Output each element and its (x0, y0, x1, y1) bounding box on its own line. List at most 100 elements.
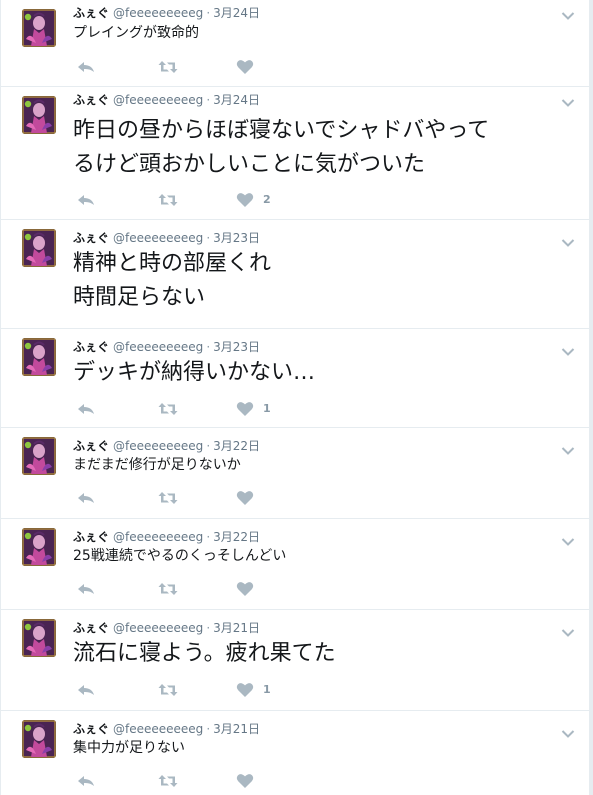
separator: · (206, 621, 211, 635)
reply-icon[interactable] (76, 682, 96, 698)
avatar[interactable] (22, 437, 56, 475)
tweet-timestamp[interactable]: 3月21日 (213, 621, 260, 635)
avatar[interactable] (22, 720, 56, 758)
heart-icon[interactable] (236, 490, 254, 506)
avatar[interactable] (22, 528, 56, 566)
chevron-down-icon[interactable] (561, 93, 575, 103)
tweet[interactable]: ふぇぐ @feeeeeeeeeg · 3月21日 流石に寝よう。疲れ果てた 1 (1, 610, 589, 711)
user-fullname[interactable]: ふぇぐ (73, 231, 109, 245)
retweet-icon[interactable] (157, 682, 179, 698)
tweet-timestamp[interactable]: 3月24日 (213, 6, 260, 20)
tweet-timestamp[interactable]: 3月23日 (213, 340, 260, 354)
tweet-text-line: るけど頭おかしいことに気がついた (73, 152, 426, 177)
reply-icon[interactable] (76, 581, 96, 597)
avatar[interactable] (22, 338, 56, 376)
tweet-text: 25戦連続でやるのくっそしんどい (73, 548, 287, 564)
retweet-icon[interactable] (157, 773, 179, 789)
tweet-text-line: 時間足らない (73, 285, 206, 310)
tweet[interactable]: ふぇぐ @feeeeeeeeeg · 3月24日 昨日の昼からほぼ寝ないでシャドバやっ… (1, 87, 589, 220)
heart-icon[interactable] (236, 401, 254, 417)
tweet-header: ふぇぐ @feeeeeeeeeg · 3月23日 (73, 230, 260, 246)
tweet-text-line: 昨日の昼からほぼ寝ないでシャドバやって (73, 118, 490, 143)
tweet-text: プレイングが致命的 (73, 25, 199, 41)
reply-icon[interactable] (76, 773, 96, 789)
user-fullname[interactable]: ふぇぐ (73, 340, 109, 354)
user-handle[interactable]: @feeeeeeeeeg (113, 722, 203, 736)
tweet-text-line: 精神と時の部屋くれ (73, 251, 272, 276)
tweet[interactable]: ふぇぐ @feeeeeeeeeg · 3月22日 25戦連続でやるのくっそしんどい (1, 519, 589, 610)
separator: · (206, 93, 211, 107)
tweet-timestamp[interactable]: 3月24日 (213, 93, 260, 107)
avatar[interactable] (22, 9, 56, 47)
tweet-timestamp[interactable]: 3月23日 (213, 231, 260, 245)
tweet-text: 集中力が足りない (73, 740, 185, 756)
like-count: 1 (263, 683, 271, 696)
separator: · (206, 231, 211, 245)
chevron-down-icon[interactable] (561, 233, 575, 243)
reply-icon[interactable] (76, 490, 96, 506)
user-fullname[interactable]: ふぇぐ (73, 621, 109, 635)
reply-icon[interactable] (76, 192, 96, 208)
tweet[interactable]: ふぇぐ @feeeeeeeeeg · 3月23日 デッキが納得いかない… 1 (1, 329, 589, 428)
user-fullname[interactable]: ふぇぐ (73, 6, 109, 20)
tweet-text: 精神と時の部屋くれ 時間足らない (73, 247, 271, 315)
tweet-timeline: ふぇぐ @feeeeeeeeeg · 3月24日 プレイングが致命的 ふぇぐ @feee… (0, 0, 590, 795)
tweet-text: デッキが納得いかない… (73, 360, 316, 385)
tweet[interactable]: ふぇぐ @feeeeeeeeeg · 3月23日 精神と時の部屋くれ 時間足らない (1, 220, 589, 329)
user-handle[interactable]: @feeeeeeeeeg (113, 439, 203, 453)
tweet-text: 流石に寝よう。疲れ果てた (73, 641, 336, 666)
heart-icon[interactable] (236, 773, 254, 789)
retweet-icon[interactable] (157, 401, 179, 417)
user-handle[interactable]: @feeeeeeeeeg (113, 621, 203, 635)
tweet-header: ふぇぐ @feeeeeeeeeg · 3月21日 (73, 620, 260, 636)
user-handle[interactable]: @feeeeeeeeeg (113, 530, 203, 544)
heart-icon[interactable] (236, 682, 254, 698)
tweet-header: ふぇぐ @feeeeeeeeeg · 3月23日 (73, 339, 260, 355)
retweet-icon[interactable] (157, 490, 179, 506)
avatar[interactable] (22, 96, 56, 134)
user-fullname[interactable]: ふぇぐ (73, 439, 109, 453)
chevron-down-icon[interactable] (561, 724, 575, 734)
heart-icon[interactable] (236, 192, 254, 208)
tweet-timestamp[interactable]: 3月22日 (213, 530, 260, 544)
tweet-header: ふぇぐ @feeeeeeeeeg · 3月24日 (73, 92, 260, 108)
tweet[interactable]: ふぇぐ @feeeeeeeeeg · 3月24日 プレイングが致命的 (1, 0, 589, 87)
avatar[interactable] (22, 619, 56, 657)
user-handle[interactable]: @feeeeeeeeeg (113, 93, 203, 107)
tweet-header: ふぇぐ @feeeeeeeeeg · 3月21日 (73, 721, 260, 737)
user-handle[interactable]: @feeeeeeeeeg (113, 340, 203, 354)
tweet-timestamp[interactable]: 3月21日 (213, 722, 260, 736)
tweet[interactable]: ふぇぐ @feeeeeeeeeg · 3月22日 まだまだ修行が足りないか (1, 428, 589, 519)
chevron-down-icon[interactable] (561, 6, 575, 16)
reply-icon[interactable] (76, 401, 96, 417)
tweet-timestamp[interactable]: 3月22日 (213, 439, 260, 453)
retweet-icon[interactable] (157, 581, 179, 597)
user-fullname[interactable]: ふぇぐ (73, 722, 109, 736)
retweet-icon[interactable] (157, 59, 179, 75)
heart-icon[interactable] (236, 581, 254, 597)
separator: · (206, 530, 211, 544)
chevron-down-icon[interactable] (561, 441, 575, 451)
chevron-down-icon[interactable] (561, 623, 575, 633)
separator: · (206, 722, 211, 736)
tweet-text: まだまだ修行が足りないか (73, 457, 241, 473)
chevron-down-icon[interactable] (561, 532, 575, 542)
user-handle[interactable]: @feeeeeeeeeg (113, 231, 203, 245)
user-fullname[interactable]: ふぇぐ (73, 530, 109, 544)
user-handle[interactable]: @feeeeeeeeeg (113, 6, 203, 20)
tweet-header: ふぇぐ @feeeeeeeeeg · 3月22日 (73, 438, 260, 454)
heart-icon[interactable] (236, 59, 254, 75)
retweet-icon[interactable] (157, 192, 179, 208)
like-count: 2 (263, 193, 271, 206)
separator: · (206, 340, 211, 354)
tweet-header: ふぇぐ @feeeeeeeeeg · 3月22日 (73, 529, 260, 545)
reply-icon[interactable] (76, 59, 96, 75)
like-count: 1 (263, 402, 271, 415)
tweet-header: ふぇぐ @feeeeeeeeeg · 3月24日 (73, 5, 260, 21)
tweet-text: 昨日の昼からほぼ寝ないでシャドバやって るけど頭おかしいことに気がついた (73, 114, 489, 182)
avatar[interactable] (22, 229, 56, 267)
user-fullname[interactable]: ふぇぐ (73, 93, 109, 107)
tweet[interactable]: ふぇぐ @feeeeeeeeeg · 3月21日 集中力が足りない (1, 711, 589, 795)
chevron-down-icon[interactable] (561, 342, 575, 352)
separator: · (206, 439, 211, 453)
